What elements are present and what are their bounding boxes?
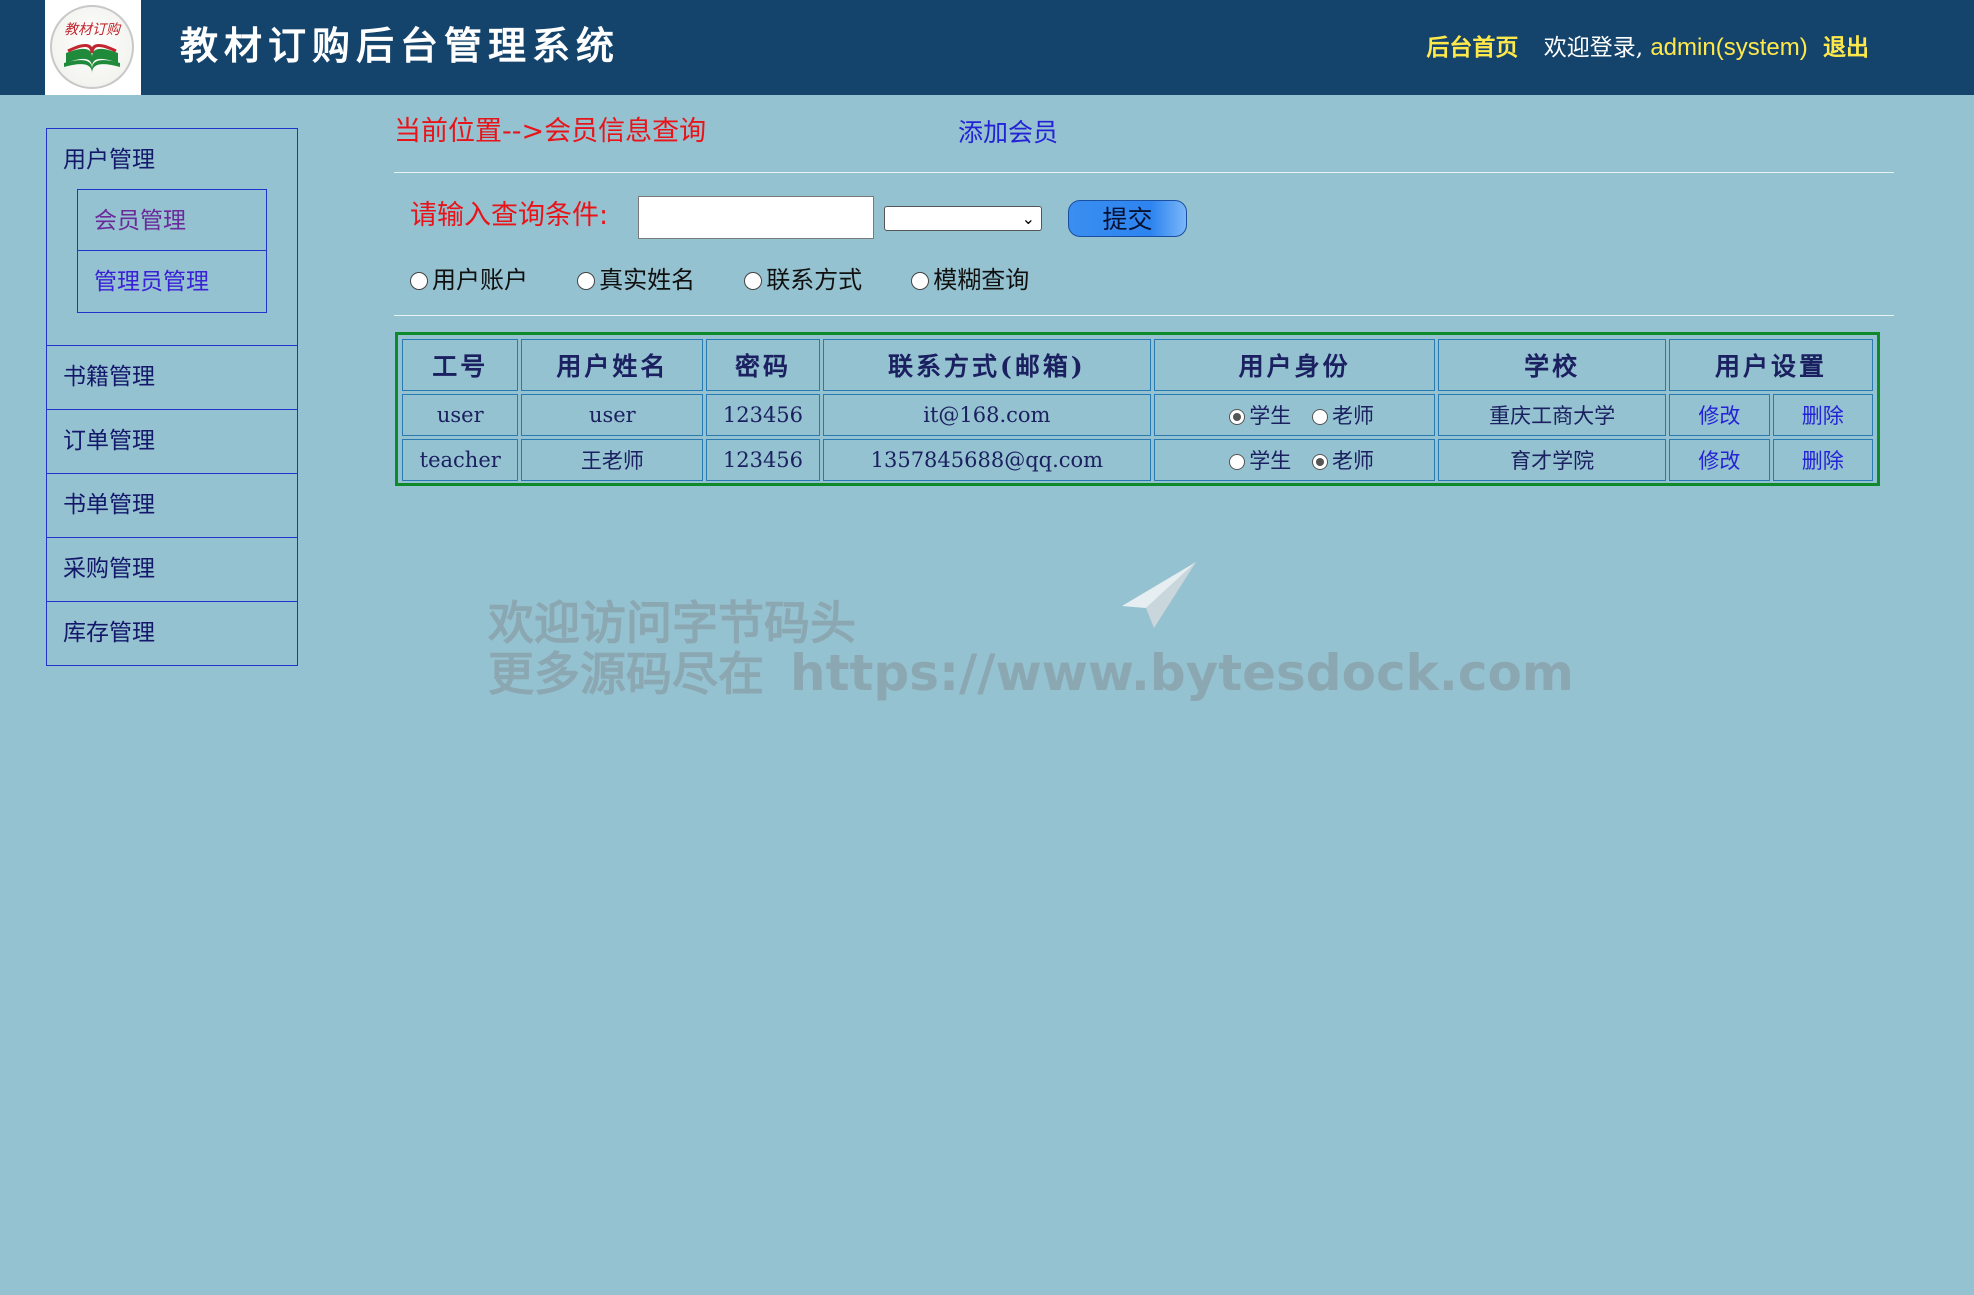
delete-link[interactable]: 删除 — [1802, 404, 1844, 428]
delete-link[interactable]: 删除 — [1802, 449, 1844, 473]
menu-group-orders: 订单管理 — [47, 410, 297, 474]
menu-group-books: 书籍管理 — [47, 346, 297, 410]
col-header-settings: 用户设置 — [1669, 339, 1873, 391]
cell-name: user — [521, 394, 704, 436]
edit-link[interactable]: 修改 — [1698, 449, 1740, 473]
col-header-id: 工号 — [402, 339, 519, 391]
cell-name: 王老师 — [521, 439, 704, 481]
role-student-label: 学生 — [1249, 404, 1292, 428]
divider-top — [394, 172, 1894, 173]
book-icon — [64, 44, 120, 73]
query-type-select[interactable]: ⌄ — [884, 206, 1042, 231]
col-header-name: 用户姓名 — [521, 339, 704, 391]
table-header-row: 工号 用户姓名 密码 联系方式(邮箱) 用户身份 学校 用户设置 — [402, 339, 1873, 391]
watermark-url: https://www.bytesdock.com — [790, 644, 1574, 702]
radio-contact[interactable]: 联系方式 — [744, 262, 862, 298]
cell-contact: it@168.com — [822, 394, 1152, 436]
role-teacher-label: 老师 — [1331, 449, 1374, 473]
watermark: 欢迎访问字节码头 更多源码尽在 https://www.bytesdock.com — [488, 598, 1574, 699]
role-student-label: 学生 — [1249, 449, 1292, 473]
radio-user-account[interactable]: 用户账户 — [410, 262, 528, 298]
cell-id: user — [402, 394, 519, 436]
radio-label: 模糊查询 — [933, 266, 1030, 294]
admin-home-link[interactable]: 后台首页 — [1426, 34, 1518, 61]
col-header-contact: 联系方式(邮箱) — [822, 339, 1152, 391]
chevron-down-icon: ⌄ — [1021, 209, 1035, 228]
radio-label: 用户账户 — [432, 266, 528, 294]
radio-circle[interactable] — [410, 272, 428, 290]
sidebar-item-admin-management[interactable]: 管理员管理 — [77, 251, 267, 313]
edit-link[interactable]: 修改 — [1698, 404, 1740, 428]
welcome-text: 欢迎登录, — [1543, 35, 1644, 61]
divider-bottom — [394, 315, 1894, 316]
logo: 教材订购 — [45, 0, 141, 95]
sidebar-item-user-management[interactable]: 用户管理 — [47, 129, 297, 192]
col-header-password: 密码 — [706, 339, 820, 391]
menu-group-booklist: 书单管理 — [47, 474, 297, 538]
col-header-school: 学校 — [1438, 339, 1667, 391]
watermark-line2-text: 更多源码尽在 — [488, 647, 764, 701]
logout-link[interactable]: 退出 — [1823, 34, 1869, 61]
radio-real-name[interactable]: 真实姓名 — [577, 262, 695, 298]
query-field-radios: 用户账户 真实姓名 联系方式 模糊查询 — [410, 262, 1073, 298]
submit-button[interactable]: 提交 — [1068, 200, 1187, 237]
radio-circle[interactable] — [911, 272, 930, 290]
table-row: user user 123456 it@168.com 学生 老师 重庆工商大学… — [402, 394, 1873, 436]
radio-label: 真实姓名 — [599, 266, 696, 294]
role-teacher-radio[interactable] — [1311, 454, 1328, 470]
sidebar-item-member-management[interactable]: 会员管理 — [77, 189, 267, 251]
submenu-user: 会员管理 管理员管理 — [47, 189, 297, 345]
query-label: 请输入查询条件: — [410, 200, 609, 231]
system-title: 教材订购后台管理系统 — [180, 23, 621, 68]
cell-edit: 修改 — [1669, 439, 1770, 481]
cell-password: 123456 — [706, 394, 820, 436]
sidebar-menu: 用户管理 会员管理 管理员管理 书籍管理 订单管理 书单管理 采购管理 库存管理 — [46, 128, 298, 666]
cell-school: 重庆工商大学 — [1438, 394, 1667, 436]
radio-circle[interactable] — [744, 272, 763, 290]
role-teacher-label: 老师 — [1331, 404, 1374, 428]
menu-group-user: 用户管理 会员管理 管理员管理 — [47, 129, 297, 346]
role-student-radio[interactable] — [1229, 409, 1246, 425]
cell-role: 学生 老师 — [1154, 439, 1436, 481]
sidebar-item-purchase-management[interactable]: 采购管理 — [47, 538, 297, 601]
menu-group-purchase: 采购管理 — [47, 538, 297, 602]
logo-emblem: 教材订购 — [50, 5, 134, 89]
cell-role: 学生 老师 — [1154, 394, 1436, 436]
watermark-line1: 欢迎访问字节码头 — [488, 596, 856, 650]
query-input[interactable] — [638, 196, 874, 239]
member-table: 工号 用户姓名 密码 联系方式(邮箱) 用户身份 学校 用户设置 user us… — [395, 332, 1880, 486]
sidebar-item-order-management[interactable]: 订单管理 — [47, 410, 297, 473]
watermark-line2: 更多源码尽在 https://www.bytesdock.com — [488, 648, 1574, 699]
cell-delete: 删除 — [1772, 439, 1873, 481]
cell-id: teacher — [402, 439, 519, 481]
menu-group-stock: 库存管理 — [47, 602, 297, 665]
cell-contact: 1357845688@qq.com — [822, 439, 1152, 481]
cell-password: 123456 — [706, 439, 820, 481]
sidebar-item-book-management[interactable]: 书籍管理 — [47, 346, 297, 409]
col-header-role: 用户身份 — [1154, 339, 1436, 391]
radio-circle[interactable] — [577, 272, 596, 290]
role-student-radio[interactable] — [1229, 454, 1246, 470]
top-header: 教材订购 教材订购后台管理系统 后台首页 欢迎登录, admin(system)… — [0, 0, 1974, 95]
radio-fuzzy-search[interactable]: 模糊查询 — [911, 262, 1029, 298]
role-teacher-radio[interactable] — [1311, 409, 1328, 425]
sidebar-item-stock-management[interactable]: 库存管理 — [47, 602, 297, 665]
radio-label: 联系方式 — [766, 266, 863, 294]
user-bar: 后台首页 欢迎登录, admin(system) 退出 — [1426, 28, 1869, 68]
cell-delete: 删除 — [1772, 394, 1873, 436]
table-row: teacher 王老师 123456 1357845688@qq.com 学生 … — [402, 439, 1873, 481]
sidebar-item-booklist-management[interactable]: 书单管理 — [47, 474, 297, 537]
current-username: admin(system) — [1650, 34, 1808, 61]
cell-edit: 修改 — [1669, 394, 1770, 436]
member-table-grid: 工号 用户姓名 密码 联系方式(邮箱) 用户身份 学校 用户设置 user us… — [399, 336, 1876, 484]
breadcrumb: 当前位置-->会员信息查询 — [394, 116, 707, 147]
cell-school: 育才学院 — [1438, 439, 1667, 481]
add-member-link[interactable]: 添加会员 — [958, 113, 1058, 153]
